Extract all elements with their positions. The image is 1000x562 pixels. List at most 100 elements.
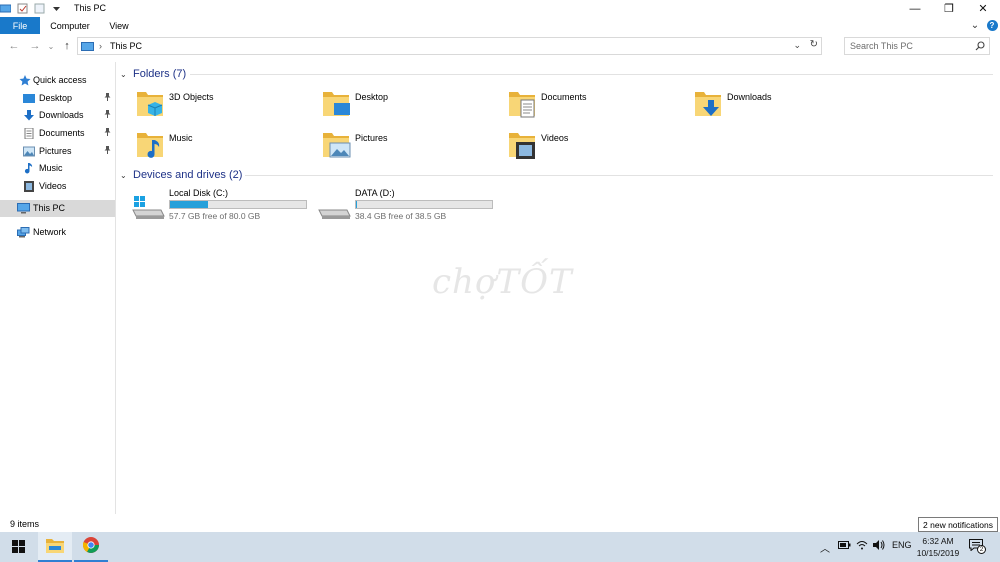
volume-icon[interactable] <box>873 540 885 553</box>
sidebar-item-music[interactable]: Music <box>0 160 115 177</box>
taskbar-chrome[interactable] <box>74 532 108 562</box>
action-center-button[interactable]: 2 <box>969 539 986 554</box>
tab-computer[interactable]: Computer <box>46 17 94 34</box>
show-hidden-icons-chevron-icon[interactable]: ︿ <box>820 540 830 555</box>
watermark-logo: chợTỐT <box>432 262 573 302</box>
expand-ribbon-chevron-icon[interactable]: ⌄ <box>968 17 982 34</box>
sidebar-item-pictures[interactable]: Pictures <box>0 143 115 160</box>
search-input[interactable] <box>850 41 970 51</box>
back-button[interactable]: ← <box>7 39 21 53</box>
breadcrumb-separator-icon[interactable]: › <box>99 41 102 51</box>
sidebar-item-label: Network <box>33 227 67 237</box>
group-divider <box>190 74 993 75</box>
pictures-folder-icon <box>322 129 352 161</box>
minimize-button[interactable]: — <box>898 0 932 17</box>
documents-folder-icon <box>508 88 538 120</box>
title-bar: This PC — ❐ ✕ <box>0 0 1000 17</box>
language-indicator[interactable]: ENG <box>892 540 912 550</box>
drive-free-space: 57.7 GB free of 80.0 GB <box>169 211 261 221</box>
pin-icon[interactable] <box>104 146 111 156</box>
drives-group-header[interactable]: ⌄ Devices and drives (2) <box>120 167 242 183</box>
folder-label: Downloads <box>727 92 772 102</box>
music-icon <box>23 163 35 174</box>
sidebar-item-label: Documents <box>39 128 85 138</box>
desktop-folder-icon <box>322 88 352 120</box>
nav-quick-access[interactable]: Quick access <box>0 72 115 89</box>
pin-icon[interactable] <box>104 110 111 120</box>
folder-label: Music <box>169 133 193 143</box>
sidebar-item-documents[interactable]: Documents <box>0 125 115 142</box>
folder-desktop[interactable]: Desktop <box>322 88 502 120</box>
drive-free-space: 38.4 GB free of 38.5 GB <box>355 211 447 221</box>
this-pc-icon <box>81 41 94 51</box>
pictures-icon <box>23 146 35 157</box>
sidebar-item-label: Music <box>39 163 63 173</box>
forward-button[interactable]: → <box>28 39 42 53</box>
restore-button[interactable]: ❐ <box>932 0 966 17</box>
folder-pictures[interactable]: Pictures <box>322 129 502 161</box>
wifi-icon[interactable] <box>856 540 868 553</box>
sidebar-item-network[interactable]: Network <box>0 224 115 241</box>
sidebar-item-downloads[interactable]: Downloads <box>0 107 115 124</box>
downloads-icon <box>23 110 35 121</box>
folder-videos[interactable]: Videos <box>508 129 688 161</box>
ribbon: File Computer View ⌄ ? <box>0 17 1000 34</box>
collapse-chevron-icon[interactable]: ⌄ <box>120 70 129 79</box>
3d-objects-folder-icon <box>136 88 166 120</box>
window-title: This PC <box>74 3 107 13</box>
collapse-chevron-icon[interactable]: ⌄ <box>120 171 129 180</box>
folder-3d-objects[interactable]: 3D Objects <box>136 88 316 120</box>
windows-logo-icon <box>11 539 25 555</box>
folder-downloads[interactable]: Downloads <box>694 88 874 120</box>
address-dropdown-chevron-icon[interactable]: ⌄ <box>793 40 801 51</box>
tab-file[interactable]: File <box>0 17 40 34</box>
folders-group-header[interactable]: ⌄ Folders (7) <box>120 66 186 82</box>
drives-group-title: Devices and drives (2) <box>133 169 243 181</box>
drive-usage-bar <box>169 200 307 209</box>
drive-data-d[interactable]: DATA (D:) 38.4 GB free of 38.5 GB <box>317 188 507 224</box>
music-folder-icon <box>136 129 166 161</box>
refresh-icon[interactable]: ↻ <box>810 39 818 50</box>
folder-documents[interactable]: Documents <box>508 88 688 120</box>
sidebar-item-label: This PC <box>33 203 66 213</box>
search-box[interactable] <box>844 37 990 55</box>
close-button[interactable]: ✕ <box>966 0 1000 17</box>
videos-icon <box>23 181 35 192</box>
sidebar-item-this-pc[interactable]: This PC <box>0 200 115 217</box>
notifications-icon: 2 <box>969 539 986 554</box>
drive-local-disk-c[interactable]: Local Disk (C:) 57.7 GB free of 80.0 GB <box>131 188 321 224</box>
customize-toolbar-chevron-icon[interactable] <box>51 3 62 14</box>
pin-icon[interactable] <box>104 93 111 103</box>
sidebar-item-desktop[interactable]: Desktop <box>0 90 115 107</box>
new-folder-icon[interactable] <box>34 3 45 14</box>
folder-music[interactable]: Music <box>136 129 316 161</box>
properties-icon[interactable] <box>17 3 28 14</box>
clock[interactable]: 6:32 AM 10/15/2019 <box>914 535 962 559</box>
drive-label: Local Disk (C:) <box>169 188 229 198</box>
window-pc-icon[interactable] <box>0 3 12 14</box>
clock-time: 6:32 AM <box>922 536 954 546</box>
folders-group-title: Folders (7) <box>133 68 187 80</box>
sidebar-item-label: Desktop <box>39 93 73 103</box>
help-button[interactable]: ? <box>985 17 999 34</box>
sidebar-item-videos[interactable]: Videos <box>0 178 115 195</box>
search-icon[interactable] <box>975 41 985 51</box>
battery-icon[interactable] <box>838 540 851 553</box>
address-bar[interactable]: › This PC ⌄ ↻ <box>77 37 822 55</box>
start-button[interactable] <box>2 532 34 562</box>
breadcrumb-this-pc[interactable]: This PC <box>110 41 142 51</box>
documents-icon <box>23 127 35 140</box>
address-row: ← → ⌄ ↑ › This PC ⌄ ↻ <box>0 37 1000 56</box>
pin-icon[interactable] <box>104 128 111 138</box>
up-button[interactable]: ↑ <box>60 39 74 53</box>
tab-view[interactable]: View <box>102 17 136 34</box>
sidebar-item-label: Downloads <box>39 110 84 120</box>
taskbar-file-explorer[interactable] <box>38 532 72 562</box>
drive-label: DATA (D:) <box>355 188 395 198</box>
downloads-folder-icon <box>694 88 724 120</box>
clock-date: 10/15/2019 <box>916 548 960 558</box>
nav-quick-access-label: Quick access <box>33 75 87 85</box>
windows-drive-icon <box>131 194 165 220</box>
notification-count-badge: 2 <box>977 545 986 554</box>
recent-locations-chevron-icon[interactable]: ⌄ <box>44 39 58 53</box>
